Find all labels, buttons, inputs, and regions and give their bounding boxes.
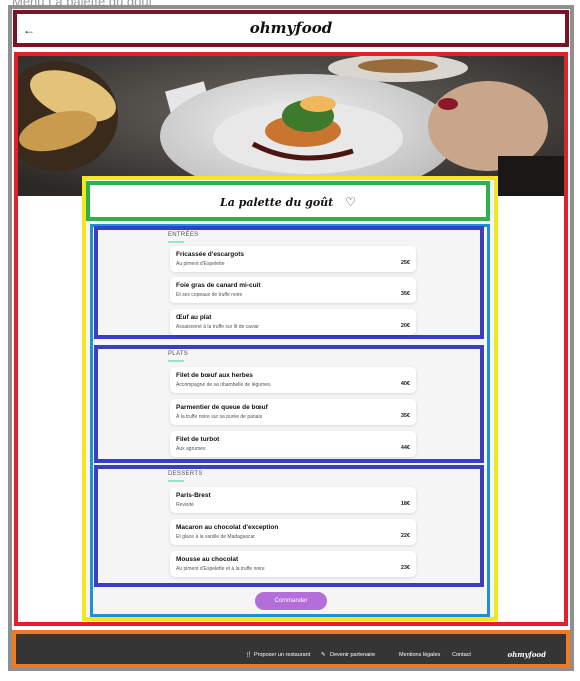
dish-name: Filet de turbot [176, 436, 220, 443]
section-desserts: DESSERTS Paris-Brest Revisité 18€ Macaro… [94, 465, 484, 587]
dish-description: Accompagné de sa ribambelle de légumes [176, 382, 271, 388]
dish-name: Parmentier de queue de bœuf [176, 404, 268, 411]
legal-notice-link[interactable]: Mentions légales [399, 652, 440, 658]
section-underline [168, 241, 184, 243]
dish-name: Filet de bœuf aux herbes [176, 372, 253, 379]
header: ← ohmyfood [13, 10, 569, 47]
section-plats: PLATS Filet de bœuf aux herbes Accompagn… [94, 345, 484, 463]
section-title: ENTRÉES [168, 232, 199, 238]
dish-name: Fricassée d'escargots [176, 251, 245, 258]
fork-knife-icon: 🍴 [245, 652, 252, 658]
footer: 🍴 Proposer un restaurant ✎ Devenir parte… [12, 630, 570, 668]
dish-name: Foie gras de canard mi-cuit [176, 282, 261, 289]
dish-description: Et ses copeaux de truffe noire [176, 292, 243, 298]
dish-price: 25€ [400, 260, 410, 266]
dish-price: 35€ [400, 413, 410, 419]
section-title: PLATS [168, 351, 189, 357]
dish-card[interactable]: Œuf au plat Assaisonné à la truffe sur l… [170, 309, 416, 335]
dish-card[interactable]: Filet de turbot Aux agrumes 44€ [170, 431, 416, 457]
restaurant-title: La palette du goût [219, 196, 334, 209]
dish-description: Au piment d'Espelette et à la truffe noi… [176, 566, 265, 572]
dish-description: Revisité [176, 502, 194, 508]
dish-price: 23€ [400, 565, 410, 571]
dish-price: 35€ [400, 291, 410, 297]
dish-card[interactable]: Filet de bœuf aux herbes Accompagné de s… [170, 367, 416, 393]
dish-card[interactable]: Mousse au chocolat Au piment d'Espelette… [170, 551, 416, 577]
hero-dish-photo [18, 56, 564, 196]
dish-name: Paris-Brest [176, 492, 211, 499]
dish-name: Macaron au chocolat d'exception [176, 524, 279, 531]
dish-card[interactable]: Fricassée d'escargots Au piment d'Espele… [170, 246, 416, 272]
section-entrees: ENTRÉES Fricassée d'escargots Au piment … [94, 226, 484, 339]
footer-logo[interactable]: ohmyfood [508, 650, 546, 659]
dish-description: Aux agrumes [176, 446, 206, 452]
dish-card[interactable]: Parmentier de queue de bœuf À la truffe … [170, 399, 416, 425]
dish-name: Mousse au chocolat [176, 556, 239, 563]
section-underline [168, 360, 184, 362]
become-partner-link[interactable]: Devenir partenaire [330, 652, 375, 658]
dish-price: 18€ [400, 501, 410, 507]
contact-link[interactable]: Contact [452, 652, 471, 658]
dish-price: 40€ [400, 381, 410, 387]
order-button[interactable]: Commander [255, 592, 327, 610]
dish-description: Assaisonné à la truffe sur lit de caviar [176, 324, 260, 330]
heart-icon[interactable]: ♡ [345, 195, 356, 209]
pencil-icon: ✎ [321, 652, 326, 658]
dish-name: Œuf au plat [176, 314, 212, 321]
logo[interactable]: ohmyfood [17, 19, 565, 37]
hero-image [18, 56, 564, 196]
dish-card[interactable]: Paris-Brest Revisité 18€ [170, 487, 416, 513]
section-underline [168, 480, 184, 482]
dish-description: Au piment d'Espelette [176, 261, 225, 267]
propose-restaurant-link[interactable]: Proposer un restaurant [254, 652, 310, 658]
dish-description: Et glace à la vanille de Madagascar [176, 534, 255, 540]
restaurant-header: La palette du goût ♡ [86, 181, 490, 221]
section-title: DESSERTS [168, 471, 203, 477]
dish-price: 44€ [400, 445, 410, 451]
dish-card[interactable]: Macaron au chocolat d'exception Et glace… [170, 519, 416, 545]
dish-price: 20€ [400, 323, 410, 329]
dish-card[interactable]: Foie gras de canard mi-cuit Et ses copea… [170, 277, 416, 303]
dish-description: À la truffe noire sur sa purée de panais [176, 414, 263, 420]
restaurant-title-row: La palette du goût ♡ [90, 195, 486, 209]
dish-price: 22€ [400, 533, 410, 539]
